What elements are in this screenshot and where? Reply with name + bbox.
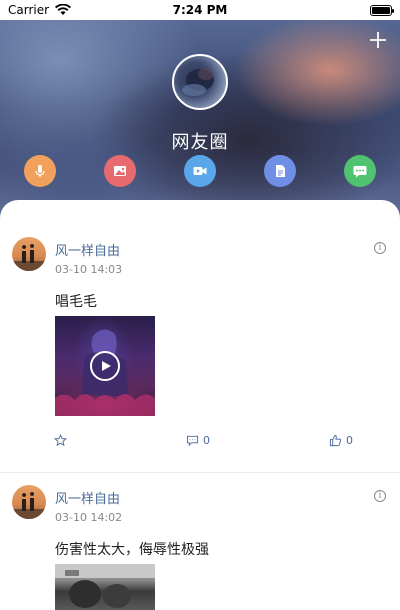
post-time: 03-10 14:02 — [55, 511, 123, 524]
battery-icon — [370, 4, 394, 16]
action-bar — [0, 155, 400, 189]
comment-icon — [186, 435, 199, 447]
carrier-label: Carrier — [8, 3, 50, 17]
voice-post-button[interactable] — [24, 155, 56, 187]
avatar-image — [182, 68, 214, 96]
wifi-icon — [55, 4, 72, 15]
status-left: Carrier — [8, 3, 72, 17]
star-icon — [54, 434, 67, 447]
like-button[interactable]: 0 — [329, 434, 353, 447]
feed-list: 风一样自由 03-10 14:03 i 唱毛毛 0 0 风一样自由 03-10 … — [0, 200, 400, 610]
video-post-button[interactable] — [184, 155, 216, 187]
thumbs-up-icon — [329, 434, 342, 447]
post-actions: 0 0 — [0, 434, 400, 450]
photo-art — [55, 564, 155, 608]
status-bar: Carrier 7:24 PM — [0, 0, 400, 20]
info-icon[interactable]: i — [374, 242, 386, 254]
post-avatar[interactable] — [12, 237, 46, 271]
post-author[interactable]: 风一样自由 — [55, 240, 120, 259]
page-title: 网友圈 — [171, 132, 229, 153]
document-post-button[interactable] — [264, 155, 296, 187]
post-text: 伤害性太大，侮辱性极强 — [55, 542, 209, 558]
like-count: 0 — [346, 434, 353, 447]
feed-post: 风一样自由 03-10 14:02 i 伤害性太大，侮辱性极强 — [0, 473, 400, 610]
plus-icon — [370, 32, 386, 48]
avatar-image — [12, 244, 46, 271]
play-icon — [102, 361, 111, 371]
add-post-button[interactable] — [366, 28, 390, 52]
message-post-button[interactable] — [344, 155, 376, 187]
post-avatar[interactable] — [12, 485, 46, 519]
avatar-image — [12, 492, 46, 519]
post-video-thumbnail[interactable] — [55, 316, 155, 416]
play-button[interactable] — [90, 351, 120, 381]
post-time: 03-10 14:03 — [55, 263, 123, 276]
comment-count: 0 — [203, 434, 210, 447]
feed-post: 风一样自由 03-10 14:03 i 唱毛毛 0 0 — [0, 200, 400, 472]
favorite-button[interactable] — [54, 434, 67, 447]
chat-bubble-icon — [353, 166, 367, 178]
post-image[interactable] — [55, 564, 155, 610]
microphone-icon — [35, 165, 45, 177]
document-icon — [276, 165, 285, 177]
info-icon[interactable]: i — [374, 490, 386, 502]
post-text: 唱毛毛 — [55, 294, 97, 310]
image-icon — [114, 166, 126, 176]
profile-header: Carrier 7:24 PM 网友圈 — [0, 0, 400, 232]
comment-button[interactable]: 0 — [186, 434, 210, 447]
post-author[interactable]: 风一样自由 — [55, 488, 120, 507]
image-post-button[interactable] — [104, 155, 136, 187]
video-camera-icon — [193, 167, 207, 175]
profile-avatar[interactable] — [172, 54, 228, 110]
